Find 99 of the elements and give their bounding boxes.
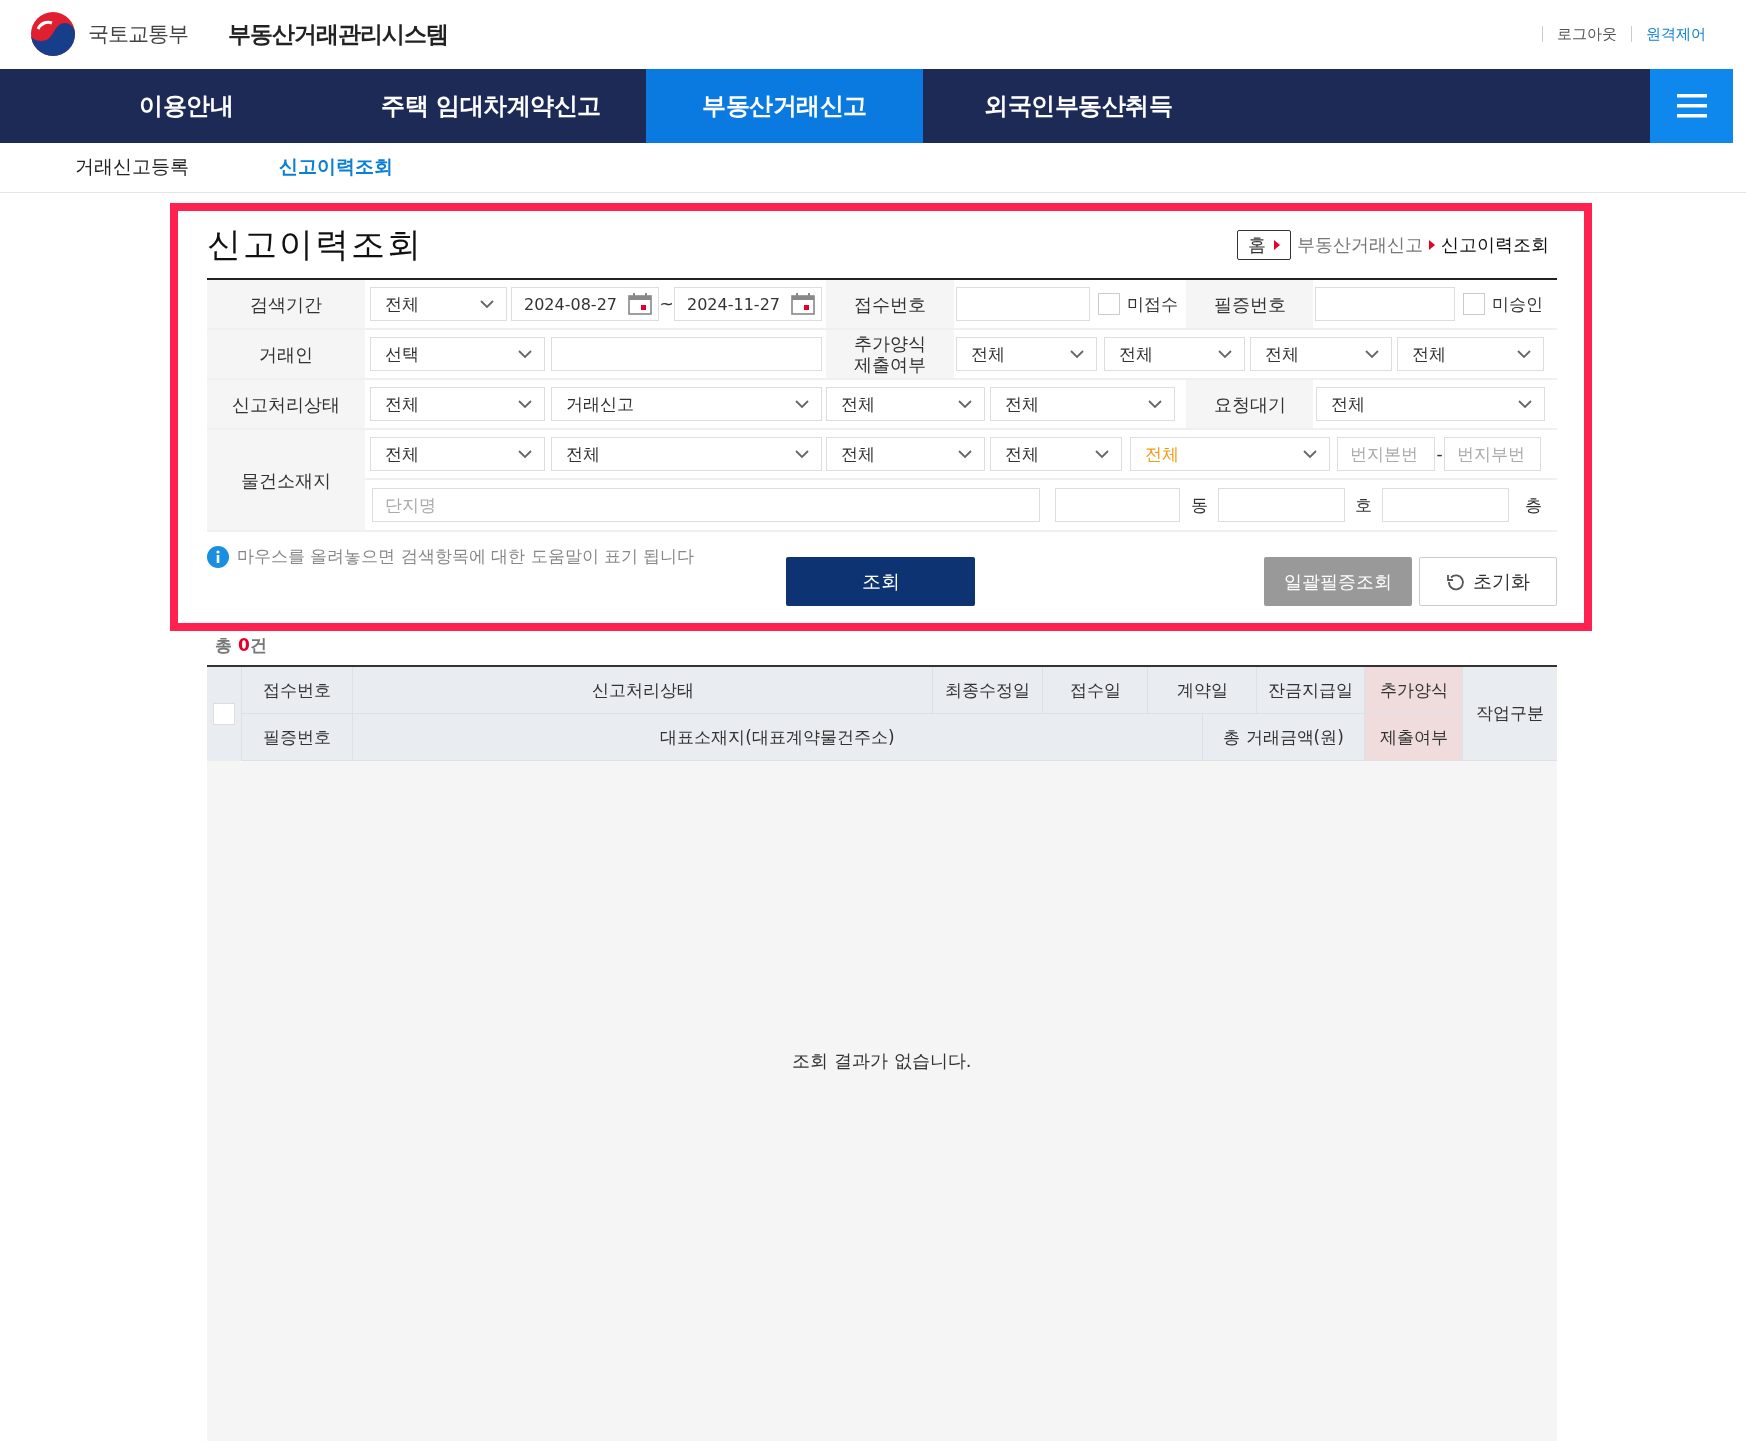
dropdown[interactable]: 선택 [370, 337, 545, 371]
page-title: 신고이력조회 [207, 222, 423, 266]
breadcrumb-item: 신고이력조회 [1441, 232, 1549, 257]
field-label: 물건소재지 [207, 430, 365, 530]
nav-tab[interactable]: 주택 임대차계약신고 [336, 68, 646, 143]
nav-tab[interactable]: 부동산거래신고 [646, 68, 923, 143]
column-header: 필증번호 [242, 714, 353, 761]
column-header: 대표소재지(대표계약물건주소) [353, 714, 1203, 761]
chevron-icon [518, 349, 532, 359]
dropdown[interactable]: 전체 [370, 287, 507, 321]
calendar-icon [628, 293, 652, 315]
dropdown[interactable]: 거래신고 [551, 387, 822, 421]
unit-label: 동 [1189, 493, 1209, 517]
column-header: 접수일 [1043, 667, 1148, 714]
chevron-icon [1365, 349, 1379, 359]
dropdown[interactable]: 전체 [956, 337, 1097, 371]
column-header: 신고처리상태 [353, 667, 933, 714]
home-link[interactable]: 홈 [1237, 229, 1291, 260]
field-label: 신고처리상태 [207, 380, 365, 428]
dropdown[interactable]: 전체 [826, 387, 985, 421]
checkbox[interactable] [213, 703, 235, 725]
header-link[interactable]: 원격제어 [1631, 26, 1720, 43]
chevron-icon [518, 399, 532, 409]
system-title: 부동산거래관리시스템 [228, 19, 448, 49]
dropdown[interactable]: 전체 [826, 437, 985, 471]
chevron-icon [1095, 449, 1109, 459]
chevron-icon [1148, 399, 1162, 409]
unit-label: 호 [1354, 493, 1373, 517]
breadcrumb-item[interactable]: 부동산거래신고 [1297, 232, 1423, 257]
column-header: 추가양식 [1365, 667, 1463, 714]
chevron-icon [958, 449, 972, 459]
dropdown[interactable]: 전체 [1397, 337, 1544, 371]
subnav-link[interactable]: 거래신고등록 [75, 154, 189, 181]
dropdown[interactable]: 전체 [1104, 337, 1245, 371]
date-field[interactable]: 2024-08-27 [511, 287, 659, 321]
field-label: 추가양식 제출여부 [826, 330, 954, 378]
input-field[interactable] [956, 287, 1090, 321]
chevron-icon [1518, 399, 1532, 409]
dropdown[interactable]: 전체 [551, 437, 822, 471]
menu-button[interactable] [1650, 68, 1733, 143]
input-field[interactable] [1055, 488, 1180, 522]
checkbox[interactable] [1463, 293, 1485, 315]
input-field[interactable] [551, 337, 822, 371]
dropdown[interactable]: 전체 [370, 437, 545, 471]
dash: - [1435, 444, 1444, 464]
column-header: 계약일 [1148, 667, 1257, 714]
column-header: 잔금지급일 [1257, 667, 1365, 714]
chevron-icon [1517, 349, 1531, 359]
dropdown[interactable]: 전체 [1316, 387, 1545, 421]
field-label: 요청대기 [1186, 380, 1313, 428]
info-icon [207, 545, 229, 568]
nav-tab[interactable]: 외국인부동산취득 [923, 68, 1233, 143]
nav-tab[interactable]: 이용안내 [36, 68, 336, 143]
input-field[interactable] [1315, 287, 1455, 321]
ministry-name: 국토교통부 [88, 21, 188, 49]
input-field[interactable] [1382, 488, 1509, 522]
chevron-icon [1303, 449, 1317, 459]
help-text: 마우스를 올려놓으면 검색항목에 대한 도움말이 표기 됩니다 [237, 545, 695, 568]
reset-icon [1446, 572, 1465, 591]
dropdown[interactable]: 전체 [990, 387, 1175, 421]
input-field[interactable] [1218, 488, 1345, 522]
dropdown[interactable]: 전체 [370, 387, 545, 421]
caret-icon [1429, 239, 1435, 250]
checkbox-label: 미승인 [1492, 292, 1543, 316]
chevron-icon [480, 299, 494, 309]
field-label: 거래인 [207, 330, 365, 378]
reset-button[interactable]: 초기화 [1419, 557, 1557, 606]
column-header: 최종수정일 [933, 667, 1043, 714]
calendar-icon [791, 293, 815, 315]
input-field[interactable]: 번지부번 [1444, 437, 1541, 471]
unit-label: 층 [1523, 493, 1543, 517]
date-field[interactable]: 2024-11-27 [674, 287, 822, 321]
chevron-icon [795, 449, 809, 459]
field-label: 접수번호 [826, 280, 954, 328]
checkbox-label: 미접수 [1127, 292, 1179, 316]
chevron-icon [1218, 349, 1232, 359]
range-separator: ~ [659, 294, 674, 314]
input-field[interactable]: 번지본번 [1337, 437, 1435, 471]
dropdown[interactable]: 전체 [990, 437, 1122, 471]
column-header: 총 거래금액(원) [1203, 714, 1365, 761]
subnav-link[interactable]: 신고이력조회 [279, 154, 393, 181]
chevron-icon [518, 449, 532, 459]
checkbox[interactable] [1098, 293, 1120, 315]
column-header: 제출여부 [1365, 714, 1463, 761]
chevron-icon [958, 399, 972, 409]
result-count: 총 0건 [215, 634, 268, 657]
caret-icon [1274, 239, 1280, 250]
search-button[interactable]: 조회 [786, 557, 975, 606]
field-label: 검색기간 [207, 280, 365, 328]
header-link[interactable]: 로그아웃 [1542, 26, 1631, 43]
chevron-icon [1070, 349, 1084, 359]
logo-icon [30, 11, 76, 58]
field-label: 필증번호 [1186, 280, 1313, 328]
menu-icon [1676, 93, 1707, 118]
column-header: 접수번호 [242, 667, 353, 714]
chevron-icon [795, 399, 809, 409]
input-field[interactable]: 단지명 [372, 488, 1040, 522]
dropdown[interactable]: 전체 [1250, 337, 1392, 371]
empty-message: 조회 결과가 없습니다. [792, 1049, 972, 1073]
